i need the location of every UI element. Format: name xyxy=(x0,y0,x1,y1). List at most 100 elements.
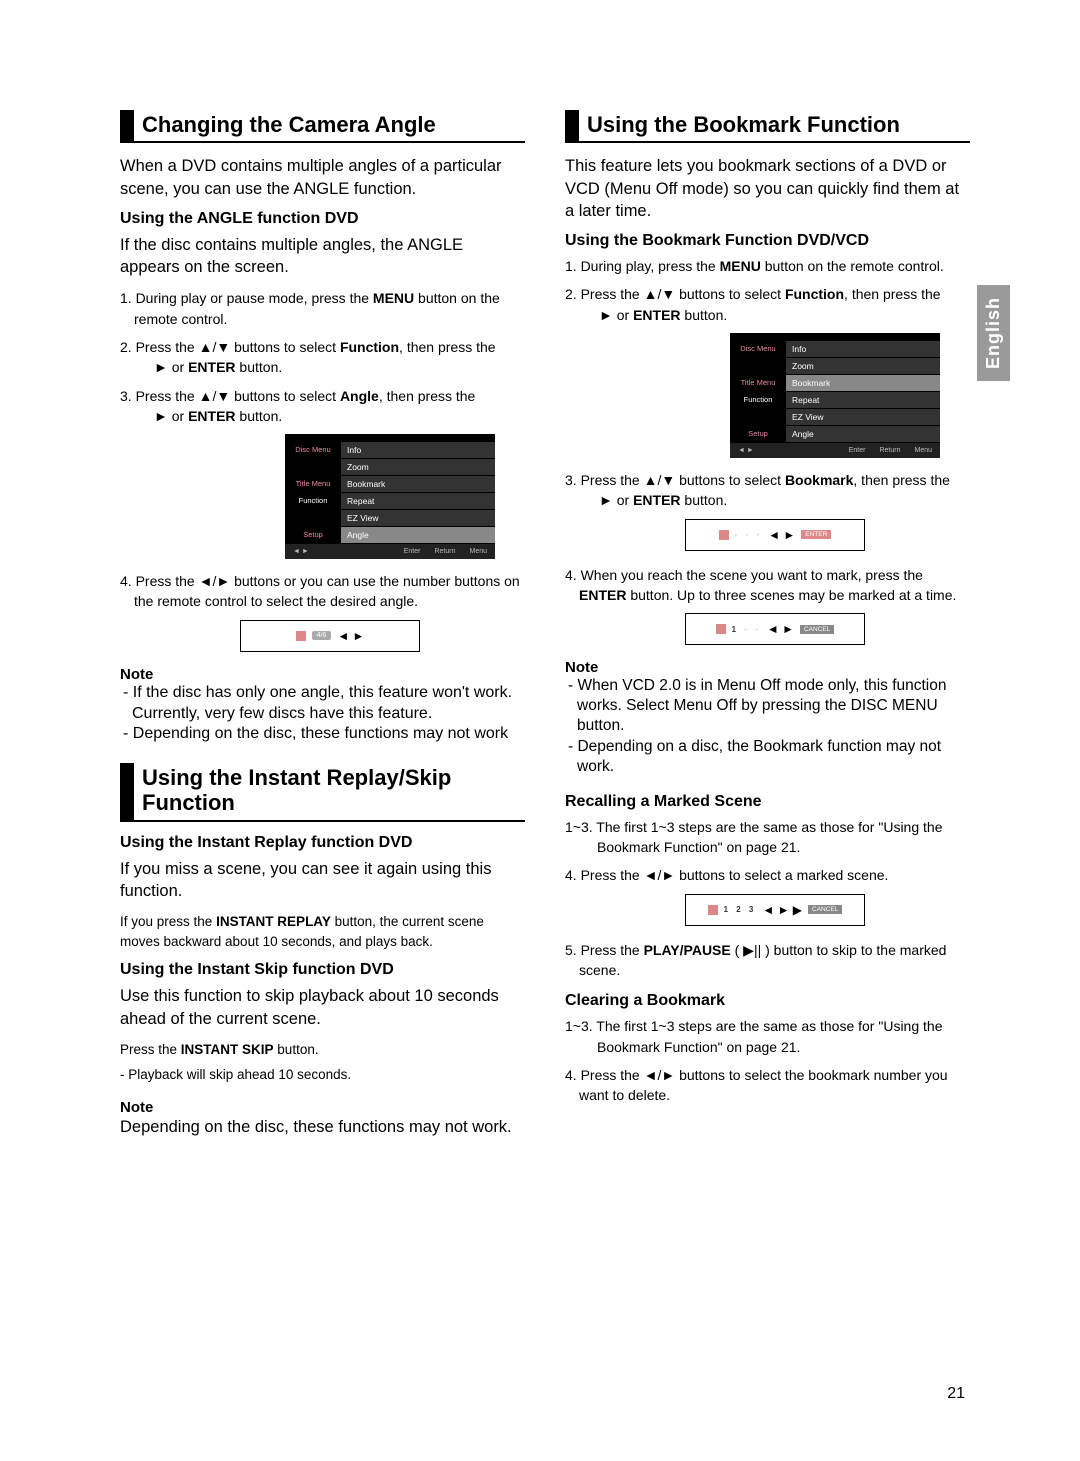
osd-left xyxy=(730,358,786,375)
txt: ENTER xyxy=(633,492,680,508)
txt: ENTER xyxy=(188,359,235,375)
osd-bookmark-bar-3: 1 2 3 ◄ ► ▶ CANCEL xyxy=(685,894,865,926)
txt: Angle xyxy=(340,388,379,404)
osd-item: EZ View xyxy=(341,510,495,527)
txt: ► or xyxy=(154,408,188,424)
page-content: Changing the Camera Angle When a DVD con… xyxy=(0,0,1080,1208)
osd-menu-bookmark: Disc MenuInfo Zoom Title MenuBookmark Fu… xyxy=(730,333,940,458)
osd-footer: ◄ ► Enter Return Menu xyxy=(285,544,495,559)
txt: ENTER xyxy=(579,587,626,603)
txt: PLAY/PAUSE xyxy=(644,942,731,958)
osd-item: Info xyxy=(341,442,495,459)
osd-item: Zoom xyxy=(786,358,940,375)
osd-left: Function xyxy=(730,392,786,409)
txt: button. xyxy=(236,408,283,424)
txt: ENTER xyxy=(633,307,680,323)
txt: 3. Press the ▲/▼ buttons to select xyxy=(120,388,340,404)
language-tab: English xyxy=(977,285,1010,381)
note-heading: Note xyxy=(565,659,970,676)
recall-step-4: 4. Press the ◄/► buttons to select a mar… xyxy=(565,865,970,885)
skip-description: Use this function to skip playback about… xyxy=(120,985,525,1030)
osd-angle-indicator: 4/6 ◄ ► xyxy=(240,620,420,652)
bookmark-icon xyxy=(719,530,729,540)
osd-left xyxy=(285,510,341,527)
subheading-recall: Recalling a Marked Scene xyxy=(565,793,970,811)
step-3: 3. Press the ▲/▼ buttons to select Angle… xyxy=(120,386,525,427)
cancel-badge: CANCEL xyxy=(800,625,834,634)
arrows-icon: ◄ ► xyxy=(767,622,794,636)
note-item: - Depending on the disc, these functions… xyxy=(120,724,525,745)
replay-step: If you press the INSTANT REPLAY button, … xyxy=(120,912,525,951)
slots: - - - xyxy=(735,530,762,539)
txt: button. xyxy=(274,1042,319,1057)
txt: MENU xyxy=(373,290,414,306)
txt: Enter xyxy=(849,447,866,454)
subheading-angle: Using the ANGLE function DVD xyxy=(120,210,525,228)
note-item: - If the disc has only one angle, this f… xyxy=(120,683,525,725)
page-number: 21 xyxy=(947,1385,965,1403)
step-2: 2. Press the ▲/▼ buttons to select Funct… xyxy=(565,284,970,325)
txt: Press the xyxy=(120,1042,181,1057)
osd-left: Function xyxy=(285,493,341,510)
osd-left: Title Menu xyxy=(730,375,786,392)
osd-bookmark-bar-1: - - - ◄ ► ENTER xyxy=(685,519,865,551)
txt: 3. Press the ▲/▼ buttons to select xyxy=(565,472,785,488)
step-4: 4. When you reach the scene you want to … xyxy=(565,565,970,606)
osd-item: Angle xyxy=(786,426,940,443)
slots: 1 2 3 xyxy=(724,905,757,914)
replay-description: If you miss a scene, you can see it agai… xyxy=(120,858,525,903)
osd-item: Repeat xyxy=(341,493,495,510)
angle-count: 4/6 xyxy=(312,631,332,640)
arrows-icon: ◄ ► xyxy=(768,528,795,542)
txt: button. xyxy=(236,359,283,375)
angle-description: If the disc contains multiple angles, th… xyxy=(120,234,525,279)
right-column: Using the Bookmark Function This feature… xyxy=(565,110,970,1148)
clear-step-13: 1~3. The first 1~3 steps are the same as… xyxy=(565,1016,970,1057)
note-text: Depending on the disc, these functions m… xyxy=(120,1116,525,1138)
heading-instant-replay: Using the Instant Replay/Skip Function xyxy=(120,763,525,822)
osd-item: Repeat xyxy=(786,392,940,409)
osd-left: Disc Menu xyxy=(730,341,786,358)
txt: , then press the xyxy=(379,388,476,404)
recall-step-13: 1~3. The first 1~3 steps are the same as… xyxy=(565,817,970,858)
txt: ► or xyxy=(154,359,188,375)
enter-badge: ENTER xyxy=(801,530,831,539)
txt: Return xyxy=(434,548,455,555)
subheading-skip: Using the Instant Skip function DVD xyxy=(120,961,525,979)
bookmark-intro: This feature lets you bookmark sections … xyxy=(565,155,970,222)
txt: Enter xyxy=(404,548,421,555)
txt: Return xyxy=(879,447,900,454)
arrows-icon: ◄ ► xyxy=(337,629,364,643)
note-heading: Note xyxy=(120,666,525,683)
step-2: 2. Press the ▲/▼ buttons to select Funct… xyxy=(120,337,525,378)
skip-bullet: - Playback will skip ahead 10 seconds. xyxy=(120,1065,525,1085)
osd-left: Setup xyxy=(730,426,786,443)
osd-item-highlighted: Bookmark xyxy=(786,375,940,392)
txt: button. Up to three scenes may be marked… xyxy=(626,587,956,603)
txt: Function xyxy=(340,339,399,355)
txt: button. xyxy=(681,307,728,323)
intro-text: When a DVD contains multiple angles of a… xyxy=(120,155,525,200)
osd-footer: ◄ ► Enter Return Menu xyxy=(730,443,940,458)
txt: INSTANT SKIP xyxy=(181,1042,274,1057)
cancel-badge: CANCEL xyxy=(808,905,842,914)
txt: button on the remote control. xyxy=(761,258,944,274)
subheading-replay: Using the Instant Replay function DVD xyxy=(120,834,525,852)
heading-bookmark: Using the Bookmark Function xyxy=(565,110,970,143)
clear-step-4: 4. Press the ◄/► buttons to select the b… xyxy=(565,1065,970,1106)
osd-left: Setup xyxy=(285,527,341,544)
txt: 2. Press the ▲/▼ buttons to select xyxy=(120,339,340,355)
subheading-clear: Clearing a Bookmark xyxy=(565,992,970,1010)
txt: MENU xyxy=(720,258,761,274)
txt: ◄ ► xyxy=(738,447,754,454)
txt: 1. During play or pause mode, press the xyxy=(120,290,373,306)
step-3: 3. Press the ▲/▼ buttons to select Bookm… xyxy=(565,470,970,511)
txt: ► or xyxy=(599,307,633,323)
txt: Menu xyxy=(914,447,932,454)
txt: INSTANT REPLAY xyxy=(216,914,331,929)
slots: 1 - - xyxy=(732,625,761,634)
note-item: - Depending on a disc, the Bookmark func… xyxy=(565,737,970,777)
subheading-bookmark: Using the Bookmark Function DVD/VCD xyxy=(565,232,970,250)
osd-item: Info xyxy=(786,341,940,358)
note-item: - When VCD 2.0 is in Menu Off mode only,… xyxy=(565,676,970,736)
